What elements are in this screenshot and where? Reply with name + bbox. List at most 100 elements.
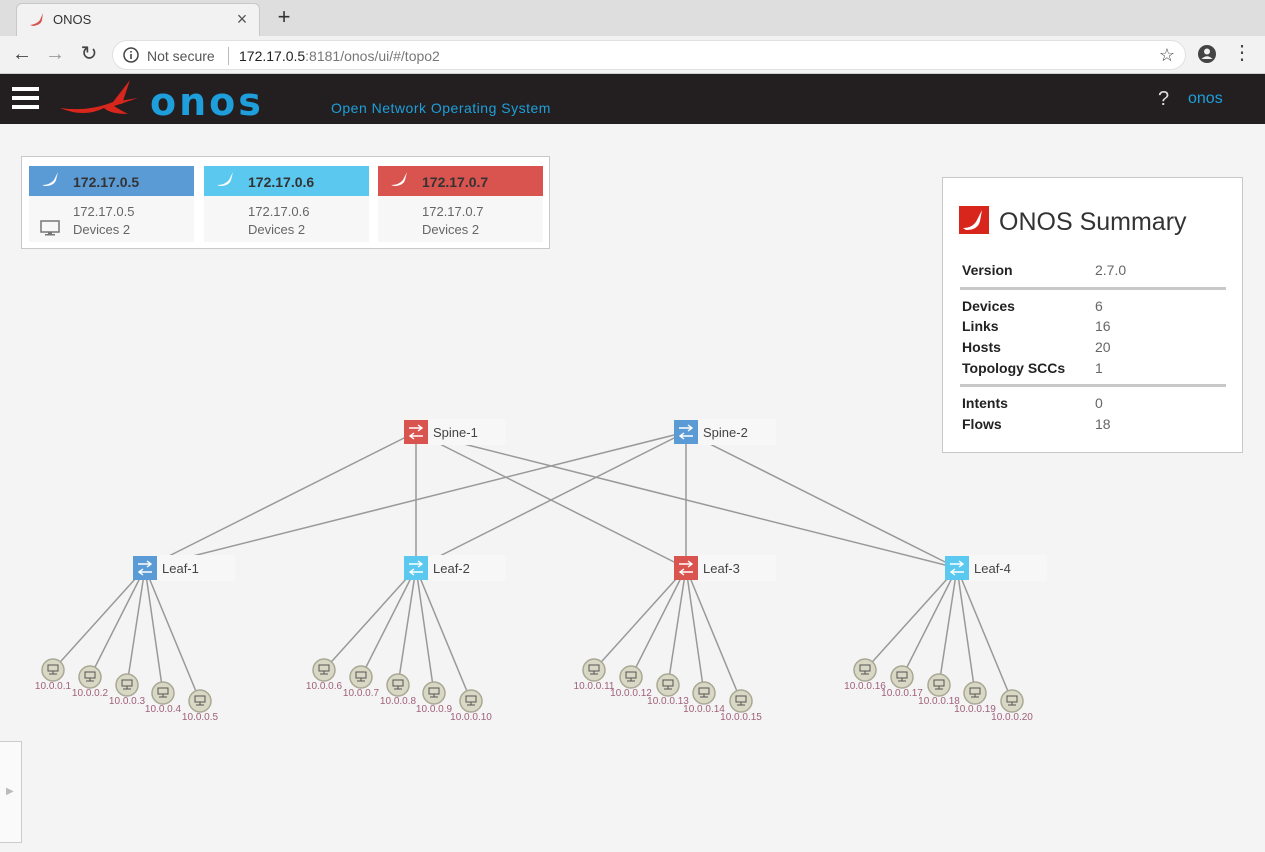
host-node[interactable]: 10.0.0.17 xyxy=(881,665,923,699)
host-label: 10.0.0.7 xyxy=(343,688,380,699)
host-label: 10.0.0.2 xyxy=(72,688,109,699)
host-node[interactable]: 10.0.0.8 xyxy=(380,673,417,707)
host-link[interactable] xyxy=(956,567,976,694)
device-leaf1[interactable]: Leaf-1 xyxy=(133,555,235,581)
host-node[interactable]: 10.0.0.9 xyxy=(416,681,453,715)
host-node[interactable]: 10.0.0.7 xyxy=(343,665,380,699)
host-node[interactable]: 10.0.0.10 xyxy=(450,689,492,723)
browser-tab[interactable]: ONOS × xyxy=(16,3,260,36)
summary-divider xyxy=(960,287,1226,290)
cluster-node-ip: 172.17.0.7 xyxy=(422,174,489,190)
device-leaf4[interactable]: Leaf-4 xyxy=(945,555,1047,581)
url-host: 172.17.0.5 xyxy=(239,48,306,64)
host-link[interactable] xyxy=(415,567,472,702)
host-node[interactable]: 10.0.0.4 xyxy=(145,681,182,715)
host-icon xyxy=(78,665,102,689)
new-tab-button[interactable]: + xyxy=(272,4,296,30)
host-icon xyxy=(582,658,606,682)
host-node[interactable]: 10.0.0.16 xyxy=(844,658,886,692)
host-node[interactable]: 10.0.0.12 xyxy=(610,665,652,699)
switch-icon xyxy=(404,556,428,580)
separator xyxy=(228,47,229,65)
device-label: Spine-1 xyxy=(433,425,478,440)
device-link[interactable] xyxy=(144,431,417,569)
host-node[interactable]: 10.0.0.15 xyxy=(720,689,762,723)
host-node[interactable]: 10.0.0.11 xyxy=(574,658,615,692)
device-label: Leaf-1 xyxy=(162,561,199,576)
host-node[interactable]: 10.0.0.18 xyxy=(918,673,960,707)
summary-value-links: 16 xyxy=(1095,318,1111,334)
switch-icon xyxy=(945,556,969,580)
side-panel-toggle[interactable]: ▶ xyxy=(0,741,22,843)
host-node[interactable]: 10.0.0.13 xyxy=(647,673,689,707)
host-link[interactable] xyxy=(415,567,435,694)
summary-label-scc: Topology SCCs xyxy=(962,360,1066,376)
summary-label-version: Version xyxy=(962,262,1013,278)
device-link[interactable] xyxy=(685,431,958,569)
host-node[interactable]: 10.0.0.19 xyxy=(954,681,996,715)
host-icon xyxy=(963,681,987,705)
user-menu[interactable]: onos xyxy=(1188,90,1223,108)
browser-menu-icon[interactable]: ⋮ xyxy=(1232,43,1252,63)
onos-summary-logo-icon xyxy=(959,206,989,239)
help-icon[interactable]: ? xyxy=(1158,88,1169,111)
switch-icon xyxy=(674,420,698,444)
summary-title: ONOS Summary xyxy=(999,208,1187,236)
browser-toolbar: ← → ↻ Not secure 172.17.0.5:8181/onos/ui… xyxy=(0,36,1265,74)
host-icon xyxy=(151,681,175,705)
switch-icon xyxy=(674,556,698,580)
host-link[interactable] xyxy=(956,567,1013,702)
host-node[interactable]: 10.0.0.2 xyxy=(72,665,109,699)
tab-close-icon[interactable]: × xyxy=(233,9,251,30)
cluster-node-3[interactable]: 172.17.0.7 172.17.0.7 Devices 2 xyxy=(378,166,543,242)
device-leaf2[interactable]: Leaf-2 xyxy=(404,555,506,581)
host-node[interactable]: 10.0.0.20 xyxy=(991,689,1033,723)
host-link[interactable] xyxy=(144,567,164,694)
switch-icon xyxy=(404,420,428,444)
host-link[interactable] xyxy=(685,567,705,694)
forward-button[interactable]: → xyxy=(42,41,68,67)
summary-label-devices: Devices xyxy=(962,298,1015,314)
switch-icon xyxy=(133,556,157,580)
hamburger-menu-icon[interactable] xyxy=(12,87,39,109)
host-link[interactable] xyxy=(144,567,201,702)
info-icon[interactable] xyxy=(123,47,139,68)
bookmark-star-icon[interactable]: ☆ xyxy=(1159,45,1175,66)
host-label: 10.0.0.5 xyxy=(182,712,219,723)
device-label: Leaf-4 xyxy=(974,561,1011,576)
device-spine1[interactable]: Spine-1 xyxy=(404,419,506,445)
summary-value-devices: 6 xyxy=(1095,298,1103,314)
url-text[interactable]: 172.17.0.5:8181/onos/ui/#/topo2 xyxy=(239,48,440,64)
host-icon xyxy=(349,665,373,689)
back-button[interactable]: ← xyxy=(9,41,35,67)
account-icon[interactable] xyxy=(1196,43,1218,70)
host-link[interactable] xyxy=(685,567,742,702)
host-icon xyxy=(1000,689,1024,713)
summary-value-flows: 18 xyxy=(1095,416,1111,432)
onos-bird-icon xyxy=(216,171,238,194)
host-icon xyxy=(312,658,336,682)
host-label: 10.0.0.1 xyxy=(35,681,72,692)
cluster-node-1[interactable]: 172.17.0.5 172.17.0.5 Devices 2 xyxy=(29,166,194,242)
host-node[interactable]: 10.0.0.5 xyxy=(182,689,219,723)
device-leaf3[interactable]: Leaf-3 xyxy=(674,555,776,581)
onos-bird-logo xyxy=(58,78,148,127)
host-icon xyxy=(422,681,446,705)
host-label: 10.0.0.9 xyxy=(416,704,453,715)
onos-summary-panel: ONOS Summary Version 2.7.0 Devices 6 Lin… xyxy=(942,177,1243,453)
host-node[interactable]: 10.0.0.6 xyxy=(306,658,343,692)
address-bar[interactable]: Not secure 172.17.0.5:8181/onos/ui/#/top… xyxy=(112,40,1186,70)
cluster-node-2[interactable]: 172.17.0.6 172.17.0.6 Devices 2 xyxy=(204,166,369,242)
host-label: 10.0.0.20 xyxy=(991,712,1033,723)
host-node[interactable]: 10.0.0.3 xyxy=(109,673,146,707)
cluster-node-devices: Devices 2 xyxy=(73,222,131,237)
host-label: 10.0.0.14 xyxy=(683,704,725,715)
host-node[interactable]: 10.0.0.1 xyxy=(35,658,72,692)
tab-title: ONOS xyxy=(53,12,92,27)
reload-button[interactable]: ↻ xyxy=(76,41,102,67)
onos-masthead: onos Open Network Operating System ? ono… xyxy=(0,74,1265,124)
summary-value-version: 2.7.0 xyxy=(1095,262,1127,278)
host-node[interactable]: 10.0.0.14 xyxy=(683,681,725,715)
host-icon xyxy=(692,681,716,705)
device-spine2[interactable]: Spine-2 xyxy=(674,419,776,445)
